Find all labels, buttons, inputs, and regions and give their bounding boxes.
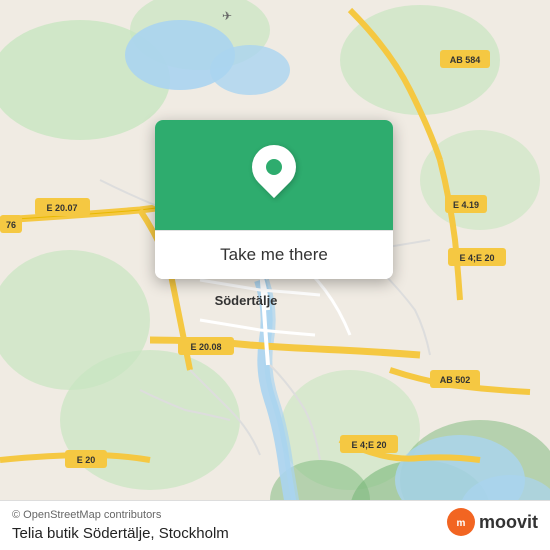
moovit-logo: m moovit: [447, 508, 538, 536]
moovit-icon: m: [447, 508, 475, 536]
svg-text:Södertälje: Södertälje: [215, 293, 278, 308]
location-pin-icon: [249, 145, 299, 205]
svg-text:E 4.19: E 4.19: [453, 200, 479, 210]
map-container: E 20.07 AB 584 E 4.19 E 4;E 20 E 20.08 A…: [0, 0, 550, 550]
bottom-bar: © OpenStreetMap contributors Telia butik…: [0, 500, 550, 550]
svg-text:✈: ✈: [222, 9, 232, 23]
svg-text:m: m: [457, 518, 466, 529]
popup-header: [155, 120, 393, 230]
svg-text:E 20: E 20: [77, 455, 96, 465]
svg-text:E 4;E 20: E 4;E 20: [351, 440, 386, 450]
svg-text:E 20.07: E 20.07: [46, 203, 77, 213]
svg-text:AB 584: AB 584: [450, 55, 481, 65]
svg-text:76: 76: [6, 220, 16, 230]
take-me-there-button[interactable]: Take me there: [155, 230, 393, 279]
svg-text:AB 502: AB 502: [440, 375, 471, 385]
svg-text:E 20.08: E 20.08: [190, 342, 221, 352]
svg-text:E 4;E 20: E 4;E 20: [459, 253, 494, 263]
popup-card: Take me there: [155, 120, 393, 279]
moovit-text: moovit: [479, 512, 538, 533]
